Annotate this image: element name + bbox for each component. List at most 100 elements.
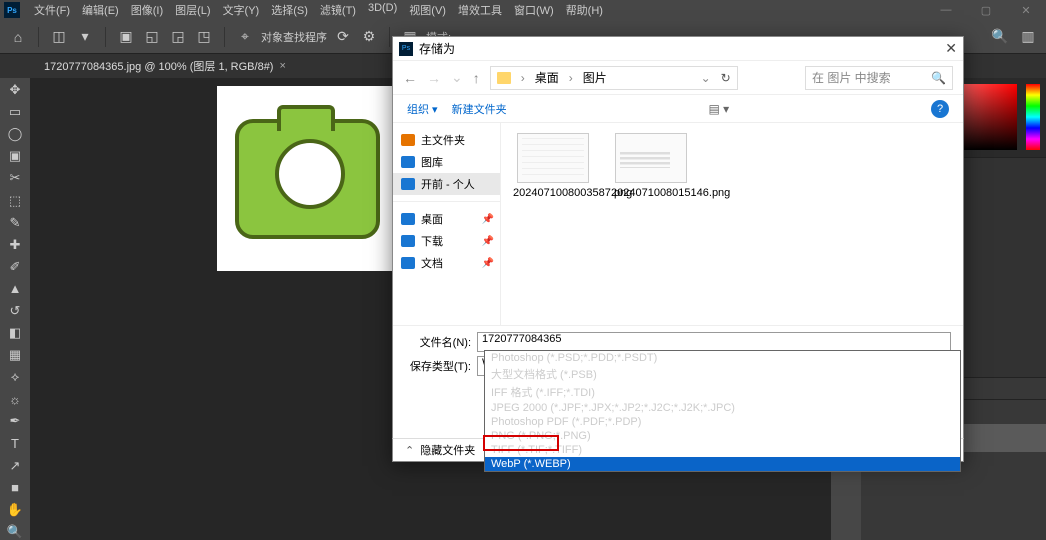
sidebar-label: 下载 <box>421 233 443 249</box>
eyedropper-tool-icon[interactable]: ✎ <box>4 215 26 231</box>
menu-item-9[interactable]: 增效工具 <box>452 2 508 18</box>
bc-seg-1[interactable]: 图片 <box>583 69 607 86</box>
layers-icon3[interactable]: ◳ <box>194 27 214 47</box>
help-icon[interactable]: ? <box>931 100 949 118</box>
nav-forward-icon[interactable]: → <box>427 70 441 86</box>
target-icon[interactable]: ⌖ <box>235 27 255 47</box>
menu-item-4[interactable]: 文字(Y) <box>217 2 266 18</box>
menu-item-0[interactable]: 文件(F) <box>28 2 76 18</box>
frame-tool-icon[interactable]: ⬚ <box>4 192 26 208</box>
breadcrumb[interactable]: › 桌面 › 图片 ⌄ ↻ <box>490 66 738 90</box>
layers-icon2[interactable]: ◲ <box>168 27 188 47</box>
dialog-close-icon[interactable]: ✕ <box>945 40 957 57</box>
healing-tool-icon[interactable]: ✚ <box>4 237 26 253</box>
window-minimize[interactable]: — <box>926 0 966 20</box>
file-thumb <box>615 133 687 183</box>
window-close[interactable]: ✕ <box>1006 0 1046 20</box>
sidebar-item-2[interactable]: 开前 - 个人 <box>393 173 500 195</box>
menu-item-2[interactable]: 图像(I) <box>125 2 169 18</box>
sidebar-label: 文档 <box>421 255 443 271</box>
dropdown-option-5[interactable]: PNG (*.PNG;*.PNG) <box>485 429 960 443</box>
stack-icon[interactable]: ▣ <box>116 27 136 47</box>
dropdown-option-7[interactable]: WebP (*.WEBP) <box>485 457 960 471</box>
blur-tool-icon[interactable]: ⟡ <box>4 369 26 385</box>
sidebar-item-4[interactable]: 桌面📌 <box>393 208 500 230</box>
ps-icon: Ps <box>399 42 413 56</box>
sidebar-item-1[interactable]: 图库 <box>393 151 500 173</box>
text-tool-icon[interactable]: T <box>4 436 26 452</box>
home-icon <box>401 134 415 146</box>
dropdown-option-4[interactable]: Photoshop PDF (*.PDF;*.PDP) <box>485 415 960 429</box>
dodge-tool-icon[interactable]: ☼ <box>4 391 26 407</box>
refresh-icon[interactable]: ↻ <box>721 71 731 85</box>
close-tab-icon[interactable]: × <box>279 60 285 72</box>
layers-icon1[interactable]: ◱ <box>142 27 162 47</box>
camera-artwork <box>235 119 380 239</box>
find-label: 对象查找程序 <box>261 29 327 45</box>
lasso-tool-icon[interactable]: ◯ <box>4 126 26 142</box>
search-icon[interactable]: 🔍 <box>990 27 1010 47</box>
shape-tool-icon[interactable]: ■ <box>4 480 26 496</box>
home-icon[interactable]: ⌂ <box>8 27 28 47</box>
menu-item-10[interactable]: 窗口(W) <box>508 2 560 18</box>
path-tool-icon[interactable]: ↗ <box>4 458 26 474</box>
dropdown-option-6[interactable]: TIFF (*.TIF;*.TIFF) <box>485 443 960 457</box>
menu-item-3[interactable]: 图层(L) <box>169 2 216 18</box>
search-placeholder: 在 图片 中搜索 <box>812 69 891 86</box>
stamp-tool-icon[interactable]: ▲ <box>4 281 26 297</box>
expand-icon[interactable]: ⌃ <box>405 444 414 457</box>
sidebar-label: 主文件夹 <box>421 132 465 148</box>
document-canvas[interactable] <box>217 86 397 271</box>
marquee-tool-icon[interactable]: ▭ <box>4 104 26 120</box>
search-input[interactable]: 在 图片 中搜索 🔍 <box>805 66 953 90</box>
eraser-tool-icon[interactable]: ◧ <box>4 325 26 341</box>
transform-icon[interactable]: ▾ <box>75 27 95 47</box>
dropdown-option-1[interactable]: 大型文档格式 (*.PSB) <box>485 365 960 383</box>
file-name: 2024071008015146.png <box>611 187 691 199</box>
sidebar-item-0[interactable]: 主文件夹 <box>393 129 500 151</box>
sidebar-item-6[interactable]: 文档📌 <box>393 252 500 274</box>
bc-seg-0[interactable]: 桌面 <box>535 69 559 86</box>
file-item-0[interactable]: 2024071008003587.png <box>513 133 593 199</box>
nav-back-icon[interactable]: ← <box>403 70 417 86</box>
refresh-icon[interactable]: ⟳ <box>333 27 353 47</box>
menu-item-8[interactable]: 视图(V) <box>403 2 452 18</box>
filename-input[interactable]: 1720777084365 <box>477 332 951 352</box>
pen-tool-icon[interactable]: ✒ <box>4 413 26 429</box>
crop-tool-icon[interactable]: ✂ <box>4 170 26 186</box>
workspace-icon[interactable]: ▥ <box>1018 27 1038 47</box>
menu-item-1[interactable]: 编辑(E) <box>76 2 125 18</box>
dialog-title: 存储为 <box>419 40 455 57</box>
menu-item-5[interactable]: 选择(S) <box>265 2 314 18</box>
menu-item-7[interactable]: 3D(D) <box>362 2 403 18</box>
view-mode-icon[interactable]: ▤ ▾ <box>708 102 729 116</box>
history-brush-icon[interactable]: ↺ <box>4 303 26 319</box>
sidebar-item-5[interactable]: 下载 📌 <box>393 230 500 252</box>
file-item-1[interactable]: 2024071008015146.png <box>611 133 691 199</box>
filetype-dropdown[interactable]: Photoshop (*.PSD;*.PDD;*.PSDT)大型文档格式 (*.… <box>484 350 961 472</box>
gallery-icon <box>401 156 415 168</box>
dropdown-option-2[interactable]: IFF 格式 (*.IFF;*.TDI) <box>485 383 960 401</box>
dropdown-option-0[interactable]: Photoshop (*.PSD;*.PDD;*.PSDT) <box>485 351 960 365</box>
brush-tool-icon[interactable]: ✐ <box>4 259 26 275</box>
nav-up-icon[interactable]: ↑ <box>473 70 480 86</box>
menu-item-11[interactable]: 帮助(H) <box>560 2 609 18</box>
menu-item-6[interactable]: 滤镜(T) <box>314 2 362 18</box>
gradient-tool-icon[interactable]: ▦ <box>4 347 26 363</box>
hand-tool-icon[interactable]: ✋ <box>4 502 26 518</box>
new-folder-button[interactable]: 新建文件夹 <box>452 101 507 117</box>
window-maximize[interactable]: ▢ <box>966 0 1006 20</box>
zoom-tool-icon[interactable]: 🔍 <box>4 524 26 540</box>
nav-recent-icon[interactable]: ⌄ <box>451 69 463 86</box>
select-subject-icon[interactable]: ◫ <box>49 27 69 47</box>
document-tab[interactable]: 1720777084365.jpg @ 100% (图层 1, RGB/8#) … <box>34 56 296 76</box>
hide-folders-label[interactable]: 隐藏文件夹 <box>420 442 475 458</box>
settings-icon[interactable]: ⚙ <box>359 27 379 47</box>
tools-panel: ✥ ▭ ◯ ▣ ✂ ⬚ ✎ ✚ ✐ ▲ ↺ ◧ ▦ ⟡ ☼ ✒ T ↗ ■ ✋ … <box>0 78 30 540</box>
ps-logo: Ps <box>4 2 20 18</box>
object-select-tool-icon[interactable]: ▣ <box>4 148 26 164</box>
move-tool-icon[interactable]: ✥ <box>4 82 26 98</box>
pin-icon: 📌 <box>482 236 494 247</box>
organize-button[interactable]: 组织 ▾ <box>407 101 438 117</box>
dropdown-option-3[interactable]: JPEG 2000 (*.JPF;*.JPX;*.JP2;*.J2C;*.J2K… <box>485 401 960 415</box>
